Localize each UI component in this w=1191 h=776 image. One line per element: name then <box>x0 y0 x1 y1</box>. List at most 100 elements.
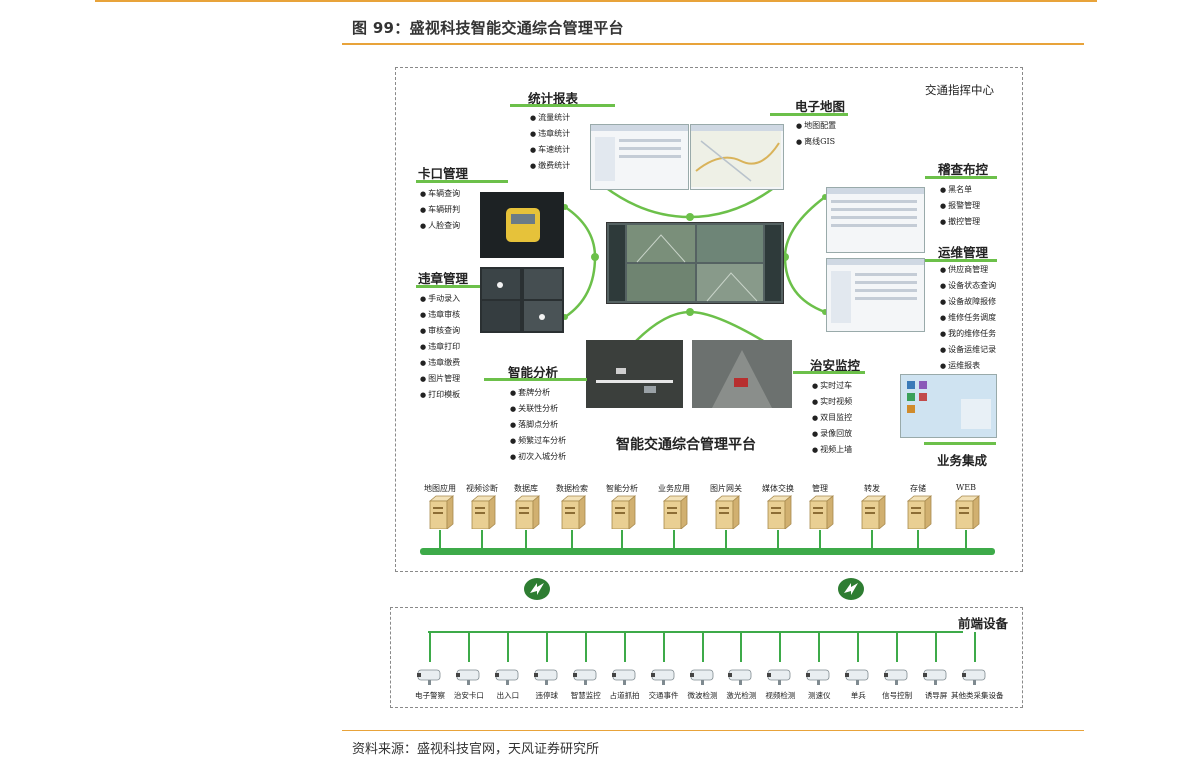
control-window-content <box>831 200 917 227</box>
map-item-list: 地图配置 离线GIS <box>796 118 836 150</box>
stats-window-content <box>595 137 681 181</box>
source-note: 资料来源：盛视科技官网，天风证券研究所 <box>352 742 600 757</box>
list-item: 实时视频 <box>812 394 852 410</box>
list-item: 落脚点分析 <box>510 417 566 433</box>
title-underline <box>342 43 1084 45</box>
camera-icon <box>650 669 674 685</box>
server-icon <box>714 495 740 529</box>
camera-icon <box>494 669 519 685</box>
server-icon <box>470 495 496 529</box>
device-connector <box>818 632 821 662</box>
map-underline <box>770 113 848 116</box>
server-icon <box>906 495 932 529</box>
camera-icon <box>611 669 636 685</box>
stats-item-list: 流量统计 违章统计 车速统计 缴费统计 <box>530 110 570 174</box>
device-connector <box>779 632 782 662</box>
server-icon <box>560 495 586 529</box>
network-link-icon <box>524 578 550 600</box>
server-connector <box>819 530 821 549</box>
server-label: 数据库 <box>514 484 538 493</box>
server-icon <box>662 495 688 529</box>
device-connector <box>662 632 665 662</box>
server-label: WEB <box>956 483 976 492</box>
list-item: 地图配置 <box>796 118 836 134</box>
server-label: 数据检索 <box>556 484 588 493</box>
highway-photo <box>692 340 792 408</box>
device-connector <box>896 632 899 662</box>
list-item: 视频上墙 <box>812 442 852 458</box>
list-item: 缴费统计 <box>530 158 570 174</box>
device-connector <box>584 632 587 662</box>
checkpoint-underline <box>416 180 508 183</box>
camera-icon <box>845 669 869 685</box>
control-screenshot <box>826 187 925 253</box>
device-connector <box>701 632 704 662</box>
control-item-list: 黑名单 报警管理 撤控管理 <box>940 182 980 230</box>
server-icon <box>860 495 886 529</box>
server-connector <box>481 530 483 549</box>
control-underline <box>925 176 997 179</box>
server-icon <box>766 495 792 529</box>
list-item: 违章统计 <box>530 126 570 142</box>
server-connector <box>673 530 675 549</box>
device-connector <box>545 632 548 662</box>
list-item: 撤控管理 <box>940 214 980 230</box>
list-item: 套牌分析 <box>510 385 566 401</box>
server-label: 存储 <box>910 484 926 493</box>
security-underline <box>793 371 865 374</box>
intersection-image <box>586 340 683 408</box>
server-connector <box>965 530 967 549</box>
list-item: 车辆查询 <box>420 186 460 202</box>
list-item: 实时过车 <box>812 378 852 394</box>
video-wall <box>606 222 784 304</box>
list-item: 违章审核 <box>420 307 460 323</box>
camera-icon <box>689 669 713 685</box>
list-item: 打印模板 <box>420 387 460 403</box>
list-item: 供应商管理 <box>940 262 996 278</box>
device-label: 其他类采集设备 <box>951 691 1004 700</box>
device-connector <box>467 632 470 662</box>
list-item: 双目监控 <box>812 410 852 426</box>
device-connector <box>857 632 860 662</box>
list-item: 我的维修任务 <box>940 326 996 342</box>
list-item: 频繁过车分析 <box>510 433 566 449</box>
list-item: 违章缴费 <box>420 355 460 371</box>
list-item: 违章打印 <box>420 339 460 355</box>
list-item: 黑名单 <box>940 182 980 198</box>
night-road-image <box>480 267 564 333</box>
map-screenshot <box>690 124 784 190</box>
map-window-content <box>691 131 781 187</box>
list-item: 车速统计 <box>530 142 570 158</box>
stats-screenshot <box>590 124 689 190</box>
checkpoint-photo <box>480 192 564 258</box>
server-label: 管理 <box>812 484 828 493</box>
device-connector <box>506 632 509 662</box>
camera-icon <box>962 669 986 685</box>
server-icon <box>808 495 834 529</box>
ops-screenshot <box>826 258 925 332</box>
server-label: 图片网关 <box>710 484 742 493</box>
server-connector <box>439 530 441 549</box>
list-item: 审核查询 <box>420 323 460 339</box>
desktop-icons-image <box>901 375 996 437</box>
network-bus <box>420 548 995 555</box>
server-label: 视频诊断 <box>466 484 498 493</box>
server-label: 业务应用 <box>658 484 690 493</box>
stats-underline <box>510 104 615 107</box>
camera-icon <box>417 669 441 685</box>
network-link-icon <box>838 578 864 600</box>
list-item: 运维报表 <box>940 358 996 374</box>
server-icon <box>428 495 454 529</box>
server-connector <box>571 530 573 549</box>
integration-screenshot <box>900 374 997 438</box>
server-connector <box>777 530 779 549</box>
taxi-image <box>480 192 564 258</box>
list-item: 手动录入 <box>420 291 460 307</box>
device-connector <box>429 632 431 662</box>
camera-icon <box>572 669 597 685</box>
analysis-underline <box>484 378 587 381</box>
top-rule <box>95 0 1097 2</box>
camera-icon <box>767 669 791 685</box>
intersection-photo <box>586 340 683 408</box>
integration-underline <box>924 442 996 445</box>
